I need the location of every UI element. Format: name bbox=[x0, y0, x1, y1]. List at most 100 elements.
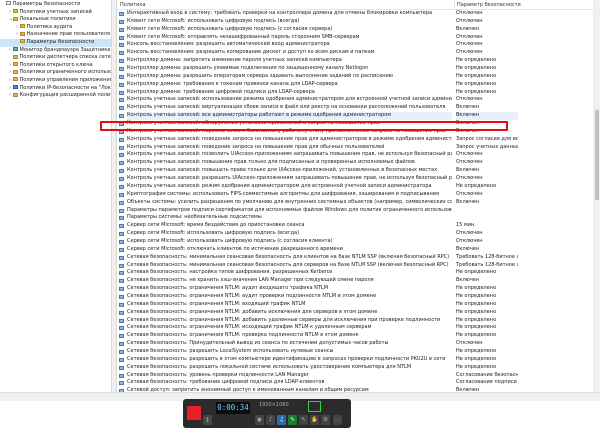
table-row[interactable]: Параметры параметров подписи сертификато… bbox=[117, 207, 593, 215]
table-row[interactable]: Контроллер домена: требование цифровой п… bbox=[117, 89, 593, 97]
scrollbar-thumb[interactable] bbox=[594, 110, 599, 200]
tree-item[interactable]: ⌄ Локальные политики bbox=[0, 16, 111, 24]
table-row[interactable]: Сетевая безопасность: ограничения NTLM: … bbox=[117, 332, 593, 340]
table-row[interactable]: Сетевая безопасность: Принудительный выв… bbox=[117, 340, 593, 348]
table-row[interactable]: Консоль восстановления: разрешить копиро… bbox=[117, 49, 593, 57]
table-row[interactable]: Контроль учетных записей: поведение запр… bbox=[117, 136, 593, 144]
expander-icon[interactable]: ⌄ bbox=[9, 16, 13, 24]
table-row[interactable]: Сервер сети Microsoft: использовать цифр… bbox=[117, 230, 593, 238]
table-row[interactable]: Контроль учетных записей: поведение запр… bbox=[117, 144, 593, 152]
folder-icon bbox=[20, 31, 25, 36]
table-row[interactable]: Сетевая безопасность: ограничения NTLM: … bbox=[117, 317, 593, 325]
mic-icon[interactable]: ♫ bbox=[277, 415, 286, 425]
policy-icon bbox=[119, 334, 124, 339]
vertical-scrollbar[interactable] bbox=[593, 0, 600, 392]
table-row[interactable]: Сетевая безопасность: ограничения NTLM: … bbox=[117, 309, 593, 317]
table-row[interactable]: Сетевая безопасность: не хранить хэш-зна… bbox=[117, 277, 593, 285]
table-row[interactable]: Контроль учетных записей: позволить UIAc… bbox=[117, 151, 593, 159]
hand-icon[interactable]: ✋ bbox=[310, 415, 319, 425]
table-row[interactable]: Сетевая безопасность: минимальная сеансо… bbox=[117, 262, 593, 270]
expander-icon[interactable]: › bbox=[9, 62, 12, 70]
expander-icon[interactable]: › bbox=[16, 24, 19, 32]
table-row[interactable]: Сервер сети Microsoft: отключать клиенто… bbox=[117, 246, 593, 254]
table-row[interactable]: Клиент сети Microsoft: использовать цифр… bbox=[117, 18, 593, 26]
table-row[interactable]: Клиент сети Microsoft: использовать цифр… bbox=[117, 26, 593, 34]
expander-icon[interactable]: › bbox=[9, 77, 12, 85]
speaker-icon[interactable]: ♪ bbox=[266, 415, 275, 425]
table-row[interactable]: Контроль учетных записей: все администра… bbox=[117, 112, 593, 121]
column-header-policy[interactable]: Политика bbox=[120, 0, 450, 10]
policy-setting: Не определено bbox=[456, 285, 497, 292]
table-row[interactable]: Контроль учетных записей: виртуализация … bbox=[117, 104, 593, 112]
policy-name: Консоль восстановления: разрешить копиро… bbox=[127, 49, 375, 56]
table-row[interactable]: Клиент сети Microsoft: отправлять незаши… bbox=[117, 34, 593, 42]
table-row[interactable]: Сетевая безопасность: уровень проверки п… bbox=[117, 372, 593, 380]
table-row[interactable]: Сетевая безопасность: ограничения NTLM: … bbox=[117, 324, 593, 332]
policy-icon bbox=[119, 373, 124, 378]
tree-item[interactable]: › Назначение прав пользователя bbox=[0, 31, 111, 39]
policy-icon bbox=[119, 216, 124, 221]
expander-icon[interactable]: › bbox=[16, 31, 19, 39]
policy-icon bbox=[119, 177, 124, 182]
settings-icon[interactable]: ⚙ bbox=[321, 415, 330, 425]
screen-recorder-toolbar: 0:00:34 1920×1080 ‖ ◉ ♪ ♫ ✎ ↖ ✋ ⚙ … bbox=[183, 399, 351, 428]
policy-name: Сервер сети Microsoft: время бездействия… bbox=[127, 222, 305, 229]
table-row[interactable]: Контроллер домена: разрешить уязвимые по… bbox=[117, 65, 593, 73]
policy-name: Сервер сети Microsoft: использовать цифр… bbox=[127, 230, 300, 237]
tree-item[interactable]: Параметры безопасности bbox=[0, 39, 111, 47]
tree-item[interactable]: › Политики открытого ключа bbox=[0, 62, 111, 70]
table-row[interactable]: Контроль учетных записей: разрешить UIAc… bbox=[117, 175, 593, 183]
table-row[interactable]: Контроллер домена: разрешить операторам … bbox=[117, 73, 593, 81]
tree-item[interactable]: › Политики управления приложениями bbox=[0, 77, 111, 85]
tree-item[interactable]: › Политика аудита bbox=[0, 24, 111, 32]
tree-item-label: Конфигурация расширенной политики аудита bbox=[19, 92, 112, 99]
policy-icon bbox=[119, 279, 124, 284]
tree-item[interactable]: › Конфигурация расширенной политики аудит… bbox=[0, 92, 111, 100]
capture-area-icon[interactable] bbox=[308, 401, 321, 412]
table-row[interactable]: Контроль учетных записей: режим одобрени… bbox=[117, 183, 593, 191]
policy-name: Криптография системы: использовать FIPS-… bbox=[127, 190, 439, 197]
policy-name: Консоль восстановления: разрешить автома… bbox=[127, 41, 330, 48]
table-row[interactable]: Объекты системы: усилить разрешения по у… bbox=[117, 199, 593, 207]
tree-item[interactable]: › Политики ограниченного использования пр… bbox=[0, 69, 111, 77]
table-row[interactable]: Сетевая безопасность: разрешить в этом к… bbox=[117, 356, 593, 364]
more-icon[interactable]: … bbox=[333, 415, 342, 425]
table-row[interactable]: Сетевая безопасность: минимальная сеансо… bbox=[117, 254, 593, 262]
table-row[interactable]: Контроллер домена: запретить изменение п… bbox=[117, 57, 593, 65]
policy-setting: Отключен bbox=[456, 340, 483, 347]
policy-icon bbox=[119, 342, 124, 347]
tree-item[interactable]: › Политики учетных записей bbox=[0, 9, 111, 17]
tree-item[interactable]: Параметры безопасности bbox=[0, 1, 111, 9]
table-row[interactable]: Сетевая безопасность: настройка типов ши… bbox=[117, 269, 593, 277]
expander-icon[interactable]: › bbox=[9, 47, 12, 55]
table-row[interactable]: Интерактивный вход в систему: требовать … bbox=[117, 10, 593, 18]
table-row[interactable]: Сетевая безопасность: разрешить локально… bbox=[117, 364, 593, 372]
policy-icon bbox=[119, 200, 124, 205]
table-row[interactable]: Сетевая безопасность: требование цифрово… bbox=[117, 379, 593, 387]
table-row[interactable]: Контроллер домена: требования к токенам … bbox=[117, 81, 593, 89]
table-row[interactable]: Сетевая безопасность: ограничения NTLM: … bbox=[117, 301, 593, 309]
table-row[interactable]: Сетевая безопасность: разрешить LocalSys… bbox=[117, 348, 593, 356]
webcam-icon[interactable]: ◉ bbox=[255, 415, 264, 425]
stop-record-button[interactable] bbox=[187, 406, 201, 420]
table-row[interactable]: Консоль восстановления: разрешить автома… bbox=[117, 41, 593, 49]
table-row[interactable]: Контроль учетных записей: повышать права… bbox=[117, 167, 593, 175]
expander-icon[interactable]: › bbox=[9, 85, 12, 93]
table-row[interactable]: Криптография системы: использовать FIPS-… bbox=[117, 191, 593, 199]
table-row[interactable]: Контроль учетных записей: повышение прав… bbox=[117, 159, 593, 167]
expander-icon[interactable]: › bbox=[9, 9, 12, 17]
table-row[interactable]: Сетевая безопасность: ограничения NTLM: … bbox=[117, 293, 593, 301]
table-row[interactable]: Контроль учетных записей: использование … bbox=[117, 96, 593, 104]
column-header-setting[interactable]: Параметр безопасности bbox=[454, 0, 521, 10]
draw-icon[interactable]: ✎ bbox=[288, 415, 297, 425]
expander-icon[interactable]: › bbox=[9, 69, 12, 77]
table-row[interactable]: Параметры системы: необязательные подсис… bbox=[117, 214, 593, 222]
table-row[interactable]: Сетевая безопасность: ограничения NTLM: … bbox=[117, 285, 593, 293]
tree-item-label: Политики диспетчера списка сетей bbox=[19, 54, 112, 61]
table-row[interactable]: Сервер сети Microsoft: время бездействия… bbox=[117, 222, 593, 230]
pause-icon[interactable]: ‖ bbox=[203, 415, 212, 425]
table-row[interactable]: Сервер сети Microsoft: использовать цифр… bbox=[117, 238, 593, 246]
tree-item[interactable]: Политики диспетчера списка сетей bbox=[0, 54, 111, 62]
cursor-icon[interactable]: ↖ bbox=[299, 415, 308, 425]
expander-icon[interactable]: › bbox=[9, 92, 12, 100]
